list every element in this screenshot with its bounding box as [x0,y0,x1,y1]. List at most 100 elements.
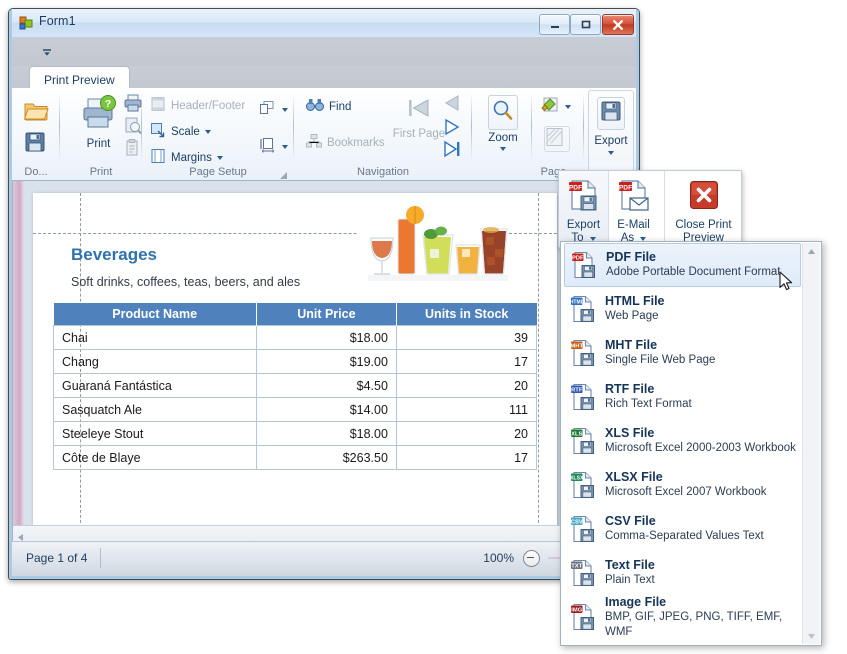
chevron-down-icon[interactable] [282,144,288,149]
export-menu-item[interactable]: XLSX XLSX File Microsoft Excel 2007 Workbo… [562,463,803,507]
page-color-button[interactable] [540,96,571,117]
table-row: Chang $19.00 17 [53,349,538,374]
cell-product-name: Chang [53,349,257,374]
print-preview-area[interactable]: Beverages Soft drinks, coffees, teas, be… [12,180,636,542]
close-button[interactable] [602,14,634,35]
maximize-button[interactable] [570,14,601,35]
minimize-button[interactable] [539,14,570,35]
export-menu-item[interactable]: PDF PDF File Adobe Portable Document Forma… [564,243,801,287]
close-icon [603,15,633,34]
chevron-down-icon[interactable] [282,107,288,112]
file-format-icon: CSV [570,515,596,543]
cell-units-in-stock: 111 [395,397,538,422]
file-format-icon: IMG [570,603,596,631]
bookmarks-button[interactable]: Bookmarks [306,134,385,151]
chevron-down-icon[interactable] [500,147,506,151]
export-menu-item[interactable]: MHT MHT File Single File Web Page [562,331,803,375]
export-menu-item[interactable]: IMG Image File BMP, GIF, JPEG, PNG, TIFF, … [562,595,803,639]
export-menu-item[interactable]: CSV CSV File Comma-Separated Values Text [562,507,803,551]
zoom-percent-label: 100% [483,551,514,565]
next-page-button[interactable] [440,116,468,140]
export-menu-item[interactable]: TXT Text File Plain Text [562,551,803,595]
window-title: Form1 [39,14,76,28]
zoom-out-icon[interactable] [523,550,540,567]
quick-access-toolbar[interactable] [12,37,636,66]
close-print-preview-button[interactable]: Close Print Preview [664,171,742,247]
table-row: Chai $18.00 39 [53,325,538,350]
ribbon-group-zoom: Zoom [472,88,532,180]
chevron-down-icon[interactable] [204,129,211,134]
export-menu-item-title: XLS File [605,426,655,440]
column-header-unit-price: Unit Price [256,303,397,326]
svg-text:MHT: MHT [570,343,583,349]
scroll-down-arrow-icon[interactable] [803,628,820,644]
svg-text:TXT: TXT [571,563,582,569]
scroll-up-arrow-icon[interactable] [803,243,820,259]
scale-button[interactable]: Scale [150,122,211,141]
print-button[interactable]: ? Print [70,94,127,151]
first-page-button[interactable]: First Page [393,92,445,141]
cell-unit-price: $18.00 [255,421,397,446]
last-page-button[interactable] [440,138,468,162]
chevron-down-icon[interactable] [608,151,614,155]
preview-page: Beverages Soft drinks, coffees, teas, be… [33,193,557,538]
export-menu-item-description: Rich Text Format [605,398,692,410]
margins-button[interactable]: Margins [150,148,223,167]
save-button[interactable] [23,130,51,158]
open-button[interactable] [22,98,54,128]
export-menu-item-title: HTML File [605,294,665,308]
ribbon-group-label: Navigation [357,166,409,178]
svg-text:PDF: PDF [572,255,584,261]
ribbon-group-print: ? Print Print [60,88,142,180]
chevron-down-icon[interactable] [216,155,223,160]
file-format-icon: RTF [570,383,596,411]
header-footer-button[interactable]: Header/Footer [150,96,245,115]
file-format-icon: TXT [570,559,596,587]
previous-page-button[interactable] [440,92,468,116]
title-bar[interactable]: Form1 [9,9,639,38]
table-row: Sasquatch Ale $14.00 111 [53,397,538,422]
email-as-icon: PDF [617,179,651,216]
column-header-units-in-stock: Units in Stock [396,303,537,326]
menu-scrollbar[interactable] [802,243,820,644]
export-to-button[interactable]: PDF Export To [559,171,609,247]
find-button[interactable]: Find [306,98,351,115]
main-window: Form1 Print Preview Do... ? Print Print … [8,8,640,580]
magnifier-icon [488,95,518,130]
cell-units-in-stock: 17 [395,445,538,470]
bookmarks-icon [306,134,322,151]
zoom-button[interactable]: Zoom [482,94,524,152]
binoculars-icon [306,98,324,115]
export-menu-item[interactable]: HTML HTML File Web Page [562,287,803,331]
page-scrollbar-horizontal[interactable] [13,525,635,541]
first-page-icon [404,93,434,128]
scale-icon [150,122,166,141]
maximize-icon [571,15,600,34]
cell-unit-price: $19.00 [255,349,397,374]
dialog-launcher-icon[interactable] [279,167,288,179]
export-menu-item-description: Plain Text [605,574,655,586]
export-menu-item-description: Single File Web Page [605,354,716,366]
export-menu-item-title: RTF File [605,382,655,396]
email-as-button[interactable]: PDF E-Mail As [609,171,658,247]
chevron-down-icon[interactable] [565,104,571,109]
page-scrollbar-vertical[interactable] [13,181,24,526]
cell-units-in-stock: 20 [395,421,538,446]
page-color-icon [540,96,560,117]
file-format-icon: PDF [571,251,597,279]
margins-icon [150,148,166,167]
export-menu-item-title: Image File [605,594,667,609]
watermark-button[interactable] [544,126,570,152]
file-format-icon: XLSX [570,471,596,499]
chevron-down-icon[interactable] [40,46,54,58]
header-footer-label: Header/Footer [171,99,246,112]
paper-size-button[interactable] [259,136,288,157]
export-menu-item-description: Web Page [605,310,659,322]
beverages-photo [358,201,508,293]
zoom-label: Zoom [488,132,518,144]
export-menu-item[interactable]: XLS XLS File Microsoft Excel 2000-2003 Wor… [562,419,803,463]
export-menu-item[interactable]: RTF RTF File Rich Text Format [562,375,803,419]
orientation-button[interactable] [259,100,288,119]
svg-text:PDF: PDF [618,184,631,191]
export-floating-toolbar: PDF Export To PDF E-Mail As Close Print … [558,170,742,248]
